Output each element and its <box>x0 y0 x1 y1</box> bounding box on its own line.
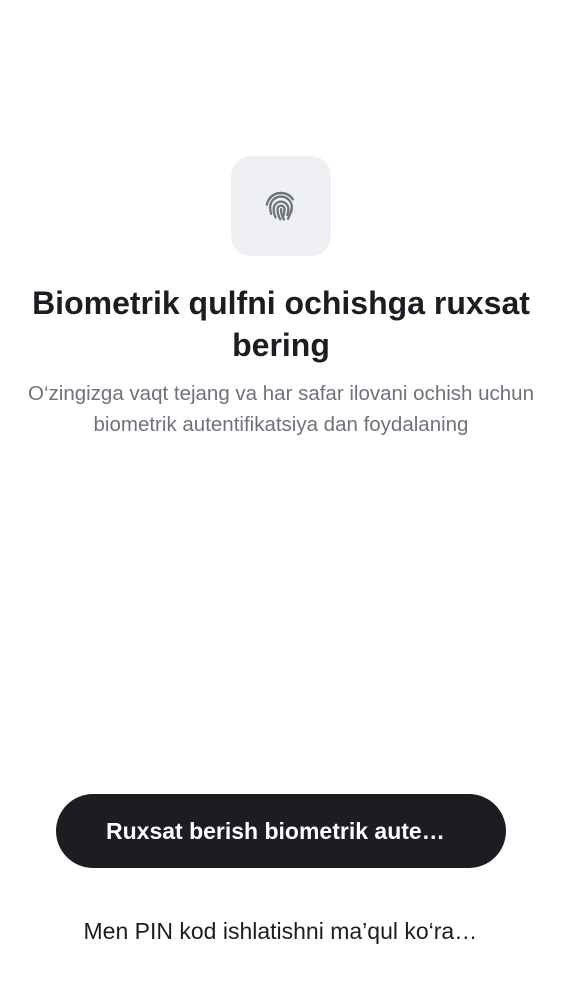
use-pin-button[interactable]: Men PIN kod ishlatishni ma’qul ko‘raman <box>40 908 522 954</box>
use-pin-button-label: Men PIN kod ishlatishni ma’qul ko‘raman <box>83 917 479 944</box>
fingerprint-icon <box>265 191 295 221</box>
fingerprint-icon-tile <box>231 156 331 256</box>
page-title: Biometrik qulfni ochishga ruxsat bering <box>32 285 530 363</box>
allow-biometric-button-label: Ruxsat berish biometrik autentifikatsiya <box>106 817 456 844</box>
page-subtitle: O‘zingizga vaqt tejang va har safar ilov… <box>28 382 534 436</box>
allow-biometric-button[interactable]: Ruxsat berish biometrik autentifikatsiya <box>56 794 506 868</box>
